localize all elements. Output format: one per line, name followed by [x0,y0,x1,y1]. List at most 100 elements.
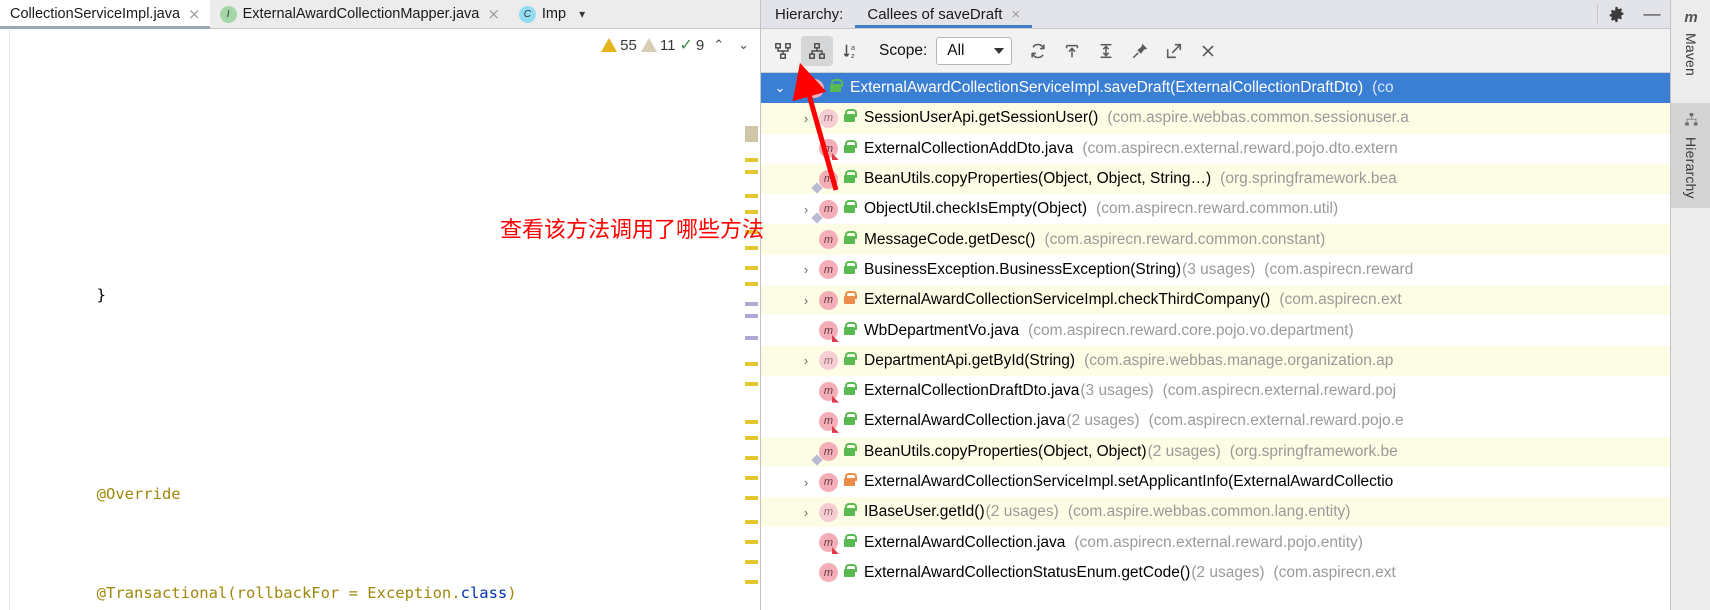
marker[interactable] [745,456,758,460]
inspection-ok-count[interactable]: ✓ 9 [679,35,704,55]
marker[interactable] [745,170,758,174]
tree-node-label: WbDepartmentVo.java [864,321,1020,339]
code-line[interactable] [0,346,760,379]
marker[interactable] [745,362,758,366]
marker[interactable] [745,266,758,270]
usages-count: (2 usages) [1147,442,1221,460]
callees-hierarchy-icon[interactable] [801,35,833,66]
marker[interactable] [745,476,758,480]
chevron-right-icon[interactable]: › [793,505,819,520]
code-editor[interactable]: } @Override @Transactional(rollbackFor =… [0,30,760,610]
close-icon[interactable]: × [1011,6,1020,23]
tree-node[interactable]: m ExternalAwardCollection.java (com.aspire… [761,527,1670,557]
marker[interactable] [745,336,758,340]
marker[interactable] [745,420,758,424]
tree-node[interactable]: › m DepartmentApi.getById(String) (com.aspi… [761,345,1670,376]
close-icon[interactable] [1192,36,1224,66]
marker[interactable] [745,158,758,162]
chevron-down-icon [994,47,1005,54]
editor-marker-strip[interactable] [744,30,760,610]
export-to-textfile-icon[interactable] [1056,36,1088,66]
code-line[interactable]: @Transactional(rollbackFor = Exception.c… [0,544,760,602]
marker[interactable] [745,126,758,142]
weak-warning-count[interactable]: 11 [640,37,675,54]
editor-tab-external-award-collection-mapper[interactable]: I ExternalAwardCollectionMapper.java × [210,0,509,28]
tree-node[interactable]: m BeanUtils.copyProperties(Object, Object… [761,436,1670,467]
package-path: (com.aspirecn.external.reward.poj [1162,382,1397,400]
chevron-down-icon[interactable]: ⌄ [767,80,793,96]
marker[interactable] [745,246,758,250]
close-icon[interactable]: × [188,6,201,22]
method-icon: m [819,502,838,522]
chevron-down-icon[interactable]: ▾ [575,0,593,28]
warning-count[interactable]: 55 [601,37,637,54]
editor-gutter[interactable] [0,30,10,610]
code-line[interactable] [0,162,760,184]
tree-node[interactable]: m ExternalCollectionDraftDto.java (3 usage… [761,376,1670,406]
tree-node-label: ExternalAwardCollection.java [864,533,1066,551]
marker[interactable] [745,436,758,440]
package-path: (com.aspire.webbas.manage.organization.a… [1084,351,1394,369]
close-icon[interactable]: × [487,6,500,22]
tree-node-label: BusinessException.BusinessException(Stri… [864,260,1182,278]
scope-select[interactable]: All [936,36,1013,65]
code-line[interactable]: @Override [0,445,760,503]
inspection-widget[interactable]: 55 11 ✓ 9 ⌃ ⌄ [601,29,760,61]
tree-node[interactable]: m BeanUtils.copyProperties(Object, Object… [761,163,1670,195]
editor-tab-imp[interactable]: C Imp [509,0,575,28]
tree-node[interactable]: › m ExternalAwardCollectionServiceImpl.che… [761,285,1670,316]
tree-node[interactable]: m ExternalAwardCollectionStatusEnum.getCo… [761,558,1670,588]
package-path: (com.aspirecn.reward.common.constant) [1044,230,1326,248]
method-icon: m [819,321,838,341]
marker[interactable] [745,302,758,306]
refresh-icon[interactable] [1022,36,1054,66]
public-visibility-icon [841,139,857,153]
pin-tab-icon[interactable] [1124,36,1156,66]
marker[interactable] [745,540,758,544]
marker[interactable] [745,210,758,214]
tree-node[interactable]: › m BusinessException.BusinessException(St… [761,255,1670,285]
hierarchy-header: Hierarchy: Callees of saveDraft × — [761,0,1670,29]
usages-count: (3 usages) [1182,260,1256,278]
marker[interactable] [745,314,758,318]
next-problem-button[interactable]: ⌄ [733,37,754,53]
chevron-right-icon[interactable]: › [793,293,819,308]
tree-node[interactable]: › m ObjectUtil.checkIsEmpty(Object) (com.as… [761,194,1670,224]
tree-node[interactable]: m ExternalCollectionAddDto.java (com.aspir… [761,134,1670,164]
rail-item-maven[interactable]: m Maven [1671,0,1710,85]
marker[interactable] [745,194,758,198]
tree-node[interactable]: m ExternalAwardCollection.java (2 usages) (… [761,406,1670,436]
gear-icon[interactable] [1598,0,1634,28]
marker[interactable] [745,580,758,584]
tree-node[interactable]: ⌄ * m ExternalAwardCollectionServiceImpl.sa… [761,73,1670,104]
marker[interactable] [745,496,758,500]
chevron-right-icon[interactable]: › [793,353,819,368]
chevron-right-icon[interactable]: › [793,475,819,490]
callers-hierarchy-icon[interactable] [767,36,799,66]
tree-node-label: DepartmentApi.getById(String) [864,351,1076,369]
marker[interactable] [745,230,758,234]
expand-all-icon[interactable] [1090,36,1122,66]
marker[interactable] [745,382,758,386]
open-in-new-window-icon[interactable] [1158,36,1190,66]
tree-node[interactable]: m MessageCode.getDesc() (com.aspirecn.rewa… [761,224,1670,255]
previous-problem-button[interactable]: ⌃ [708,37,729,53]
chevron-right-icon[interactable]: › [793,111,819,126]
tree-node[interactable]: m WbDepartmentVo.java (com.aspirecn.reward… [761,315,1670,345]
tree-node[interactable]: › m IBaseUser.getId() (2 usages) (com.aspire… [761,497,1670,528]
tree-node[interactable]: › m SessionUserApi.getSessionUser() (com.as… [761,103,1670,134]
marker[interactable] [745,282,758,286]
tab-callees-of-savedraft[interactable]: Callees of saveDraft × [855,0,1033,28]
tree-node[interactable]: › m ExternalAwardCollectionServiceImpl.set… [761,467,1670,497]
editor-tab-label: ExternalAwardCollectionMapper.java [242,6,480,22]
editor-tab-collection-service-impl[interactable]: CollectionServiceImpl.java × [0,0,210,29]
rail-item-hierarchy[interactable]: Hierarchy [1671,103,1710,208]
marker[interactable] [745,560,758,564]
chevron-right-icon[interactable]: › [793,262,819,277]
code-line[interactable]: } [0,250,760,304]
marker[interactable] [745,520,758,524]
hierarchy-tree[interactable]: ⌄ * m ExternalAwardCollectionServiceImpl.sa… [761,73,1670,610]
code-token: } [96,286,106,304]
minimize-button[interactable]: — [1634,0,1670,28]
sort-alphabetically-icon[interactable]: a z [835,36,867,66]
